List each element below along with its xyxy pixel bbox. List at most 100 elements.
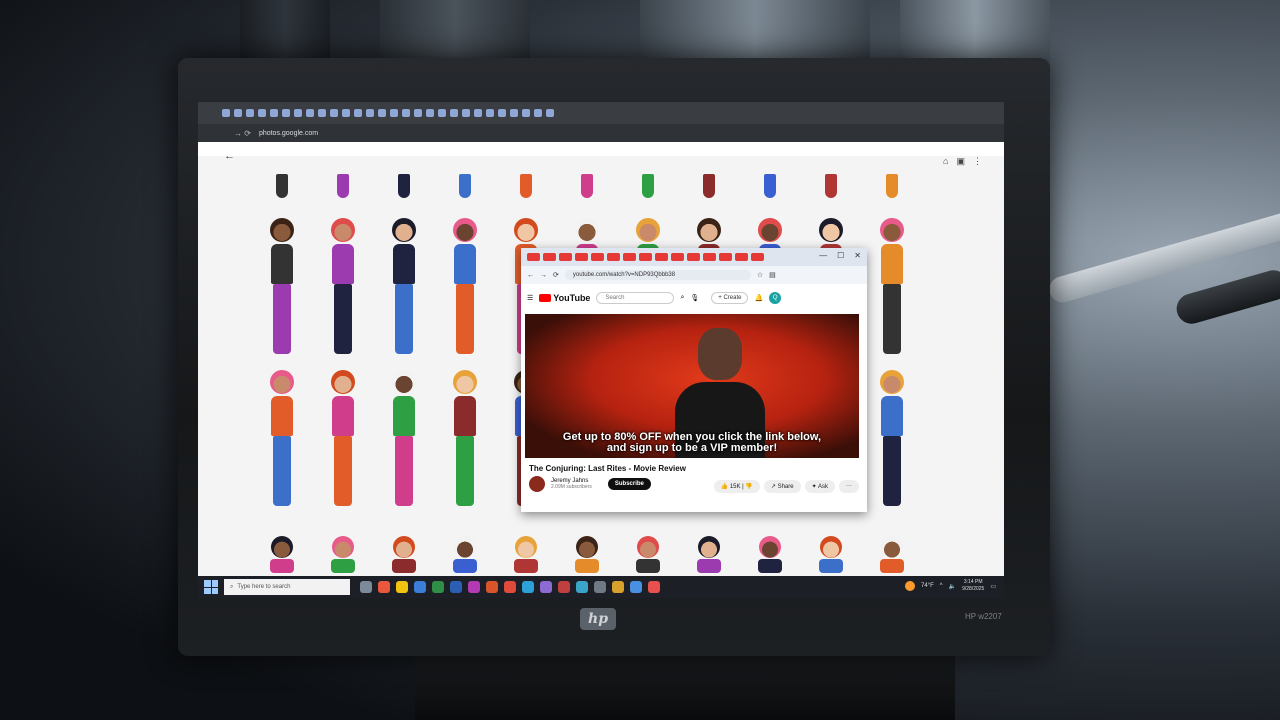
share-button[interactable]: ↗ Share — [763, 480, 801, 493]
excel-icon[interactable] — [432, 581, 444, 593]
more-icon[interactable]: ⋮ — [973, 156, 982, 167]
save-icon[interactable]: ▣ — [956, 156, 965, 167]
app-icon[interactable] — [594, 581, 606, 593]
tab-favicon[interactable] — [378, 109, 386, 117]
close-icon[interactable]: ✕ — [854, 251, 861, 260]
tab-favicon[interactable] — [234, 109, 242, 117]
youtube-tab[interactable] — [719, 253, 732, 261]
account-avatar[interactable]: Q — [769, 292, 782, 304]
tab-favicon[interactable] — [354, 109, 362, 117]
extensions-icon[interactable]: ▤ — [769, 271, 776, 279]
tab-favicon[interactable] — [330, 109, 338, 117]
app-icon[interactable] — [630, 581, 642, 593]
subscribe-button[interactable]: Subscribe — [607, 478, 651, 490]
bookmark-star-icon[interactable]: ☆ — [757, 271, 763, 279]
tab-favicon[interactable] — [498, 109, 506, 117]
onenote-icon[interactable] — [468, 581, 480, 593]
youtube-tab[interactable] — [655, 253, 668, 261]
tab-favicon[interactable] — [306, 109, 314, 117]
tab-favicon[interactable] — [522, 109, 530, 117]
youtube-tab[interactable] — [623, 253, 636, 261]
maximize-icon[interactable]: ☐ — [837, 251, 844, 260]
youtube-tab[interactable] — [639, 253, 652, 261]
microphone-icon[interactable]: 🎙 — [690, 294, 699, 302]
powerpoint-icon[interactable] — [486, 581, 498, 593]
youtube-tab[interactable] — [575, 253, 588, 261]
youtube-tab[interactable] — [751, 253, 764, 261]
back-arrow-icon[interactable]: ← — [224, 150, 235, 162]
youtube-tab[interactable] — [735, 253, 748, 261]
temperature[interactable]: 74°F — [921, 583, 934, 589]
volume-icon[interactable]: 🔈 — [949, 583, 956, 590]
youtube-tab[interactable] — [607, 253, 620, 261]
youtube-tab[interactable] — [703, 253, 716, 261]
tab-favicon[interactable] — [474, 109, 482, 117]
task-view-icon[interactable] — [360, 581, 372, 593]
like-button[interactable]: 👍 15K | 👎 — [713, 480, 760, 493]
menu-icon[interactable]: ☰ — [527, 294, 533, 302]
minimize-icon[interactable]: — — [819, 251, 827, 260]
tab-favicon[interactable] — [510, 109, 518, 117]
youtube-logo[interactable]: YouTube — [539, 293, 590, 303]
channel-info: Jeremy Jahns 2.09M subscribers Subscribe — [529, 476, 651, 492]
media-player-icon[interactable] — [504, 581, 516, 593]
start-button[interactable] — [204, 580, 218, 594]
tab-favicon[interactable] — [534, 109, 542, 117]
youtube-url-field[interactable]: youtube.com/watch?v=NDP93Qbbb38 — [564, 270, 751, 280]
tab-favicon[interactable] — [402, 109, 410, 117]
tab-favicon[interactable] — [414, 109, 422, 117]
chrome-icon[interactable] — [378, 581, 390, 593]
tab-favicon[interactable] — [318, 109, 326, 117]
taskbar-clock[interactable]: 3:14 PM 9/28/2025 — [962, 579, 984, 593]
tab-favicon[interactable] — [222, 109, 230, 117]
app-icon[interactable] — [576, 581, 588, 593]
photos-icon[interactable] — [414, 581, 426, 593]
tab-favicon[interactable] — [546, 109, 554, 117]
youtube-tab[interactable] — [591, 253, 604, 261]
youtube-tab[interactable] — [687, 253, 700, 261]
video-title[interactable]: The Conjuring: Last Rites - Movie Review — [529, 464, 686, 473]
notifications-bell-icon[interactable]: 🔔 — [754, 294, 763, 302]
search-icon[interactable]: ⌕ — [680, 294, 684, 302]
tab-favicon[interactable] — [450, 109, 458, 117]
youtube-tab[interactable] — [671, 253, 684, 261]
taskbar-search-box[interactable]: ⌕ Type here to search — [224, 579, 350, 595]
reload-icon[interactable]: ⟳ — [553, 271, 559, 279]
youtube-tab[interactable] — [527, 253, 540, 261]
tab-favicon[interactable] — [294, 109, 302, 117]
tab-favicon[interactable] — [486, 109, 494, 117]
weather-icon[interactable] — [905, 581, 916, 591]
address-bar[interactable]: → ⟳ photos.google.com — [198, 124, 1004, 142]
tab-favicon[interactable] — [246, 109, 254, 117]
youtube-tab[interactable] — [559, 253, 572, 261]
app-icon[interactable] — [558, 581, 570, 593]
share-icon[interactable]: ⌂ — [943, 156, 948, 167]
tab-favicon[interactable] — [438, 109, 446, 117]
file-explorer-icon[interactable] — [396, 581, 408, 593]
create-button[interactable]: + Create — [711, 292, 749, 304]
tab-favicon[interactable] — [366, 109, 374, 117]
video-player[interactable]: Get up to 80% OFF when you click the lin… — [525, 314, 859, 458]
back-icon[interactable]: ← — [527, 272, 534, 279]
back-forward-reload-icons[interactable]: → ⟳ — [234, 129, 251, 138]
app-icon[interactable] — [648, 581, 660, 593]
tab-favicon[interactable] — [270, 109, 278, 117]
app-icon[interactable] — [540, 581, 552, 593]
edge-icon[interactable] — [522, 581, 534, 593]
youtube-tab[interactable] — [543, 253, 556, 261]
youtube-search-input[interactable]: Search — [596, 292, 675, 304]
notifications-icon[interactable]: ▭ — [990, 583, 996, 590]
app-icon[interactable] — [612, 581, 624, 593]
channel-avatar[interactable] — [529, 476, 545, 492]
ask-button[interactable]: ✦ Ask — [804, 480, 835, 493]
tab-favicon[interactable] — [390, 109, 398, 117]
tray-chevron-icon[interactable]: ^ — [940, 583, 943, 589]
tab-favicon[interactable] — [342, 109, 350, 117]
tab-favicon[interactable] — [426, 109, 434, 117]
tab-favicon[interactable] — [258, 109, 266, 117]
forward-icon[interactable]: → — [540, 272, 547, 279]
word-icon[interactable] — [450, 581, 462, 593]
more-actions-button[interactable]: ··· — [839, 480, 859, 493]
tab-favicon[interactable] — [282, 109, 290, 117]
tab-favicon[interactable] — [462, 109, 470, 117]
